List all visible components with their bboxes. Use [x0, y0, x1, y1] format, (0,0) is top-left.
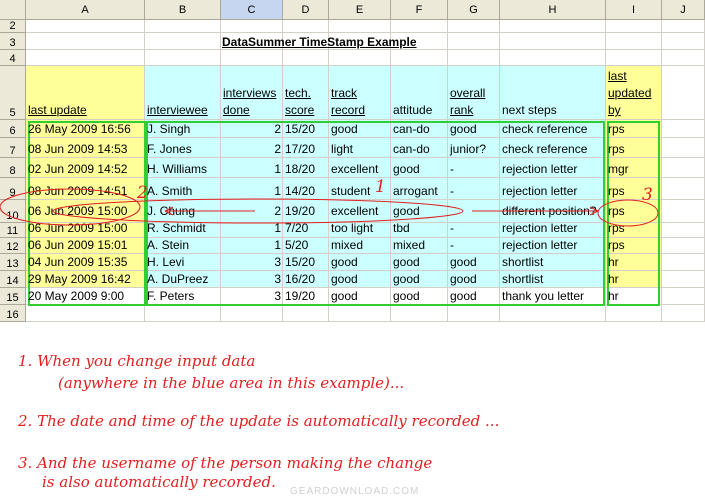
annotation-arrowhead-left-a — [164, 206, 174, 212]
annotation-arrowhead-right-b — [589, 210, 599, 216]
annotation-marker-2: 2 — [137, 183, 148, 203]
note-1-line1: 1. When you change input data — [18, 352, 256, 370]
annotation-ellipse-date — [0, 188, 141, 226]
note-3-line2: is also automatically recorded. — [42, 473, 276, 491]
annotation-ellipse-row9 — [52, 198, 464, 224]
watermark: GEARDOWNLOAD.COM — [290, 486, 420, 497]
annotation-overlay — [0, 188, 659, 227]
note-2: 2. The date and time of the update is au… — [18, 412, 500, 430]
note-1-line2: (anywhere in the blue area in this examp… — [58, 374, 405, 392]
note-3-line1: 3. And the username of the person making… — [18, 454, 433, 472]
annotation-marker-1: 1 — [375, 177, 386, 197]
annotation-marker-3: 3 — [642, 185, 653, 205]
annotation-arrowhead-left-b — [164, 210, 174, 216]
annotation-arrowhead-right-a — [589, 206, 599, 212]
